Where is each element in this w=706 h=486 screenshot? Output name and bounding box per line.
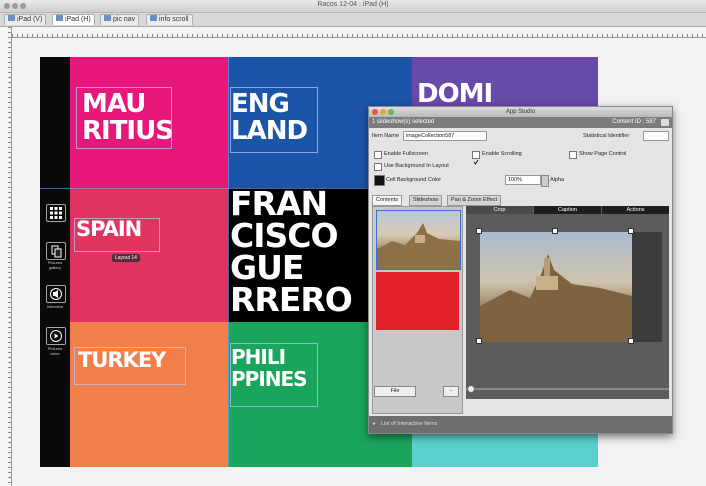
alpha-field[interactable]: 100% [505, 175, 541, 185]
crop-preview-image[interactable] [480, 232, 632, 342]
text-frame-selection[interactable] [76, 87, 172, 149]
zoom-slider-knob[interactable] [467, 385, 475, 393]
tile-turkey[interactable]: TURKEY [70, 322, 228, 467]
zoom-slider-track[interactable] [466, 388, 669, 390]
interactive-items-footer[interactable]: ▸ List of Interactive Items [369, 416, 672, 433]
text-frame-selection[interactable] [74, 347, 186, 385]
enable-fullscreen-label: Enable Fullscreen [384, 151, 429, 157]
crop-handle[interactable] [476, 338, 482, 344]
use-background-label: Use Background In Layout [384, 163, 449, 169]
copy-icon-glyph [51, 245, 62, 258]
slideshow-items-list[interactable] [372, 206, 463, 414]
enable-scrolling-checkbox[interactable] [472, 151, 480, 165]
interactive-items-label: List of Interactive Items [381, 421, 438, 427]
window-title: Racos 12-04 : iPad (H) [317, 1, 389, 8]
tab-ipad-v[interactable]: iPad (V) [4, 14, 47, 25]
enable-scrolling-label: Enable Scrolling [482, 151, 522, 157]
interview-label: Interview [46, 304, 63, 309]
file-button[interactable]: File [374, 386, 416, 397]
horizontal-ruler[interactable] [12, 27, 706, 38]
show-page-control-checkbox[interactable] [569, 151, 577, 159]
panel-title: App Studio [505, 109, 536, 115]
use-background-checkbox[interactable] [374, 163, 382, 171]
cell-background-color-swatch[interactable] [374, 175, 385, 186]
slide-thumbnail-red[interactable] [376, 272, 459, 330]
vertical-ruler[interactable] [0, 27, 12, 486]
app-studio-panel: App Studio 1 slideshow(s) selected Conte… [368, 106, 673, 434]
layout-icon [150, 15, 157, 21]
text-frame-selection[interactable] [74, 218, 160, 252]
tab-caption[interactable]: Caption [534, 206, 601, 214]
audio-icon[interactable] [46, 285, 66, 303]
alpha-label: Alpha [550, 177, 565, 183]
slide-thumbnail-photo[interactable] [376, 210, 461, 270]
remove-item-button[interactable]: - [443, 386, 459, 397]
guide-line [228, 57, 229, 467]
crop-editor-area: Crop Caption Actions [466, 206, 669, 399]
grid-icon-glyph [50, 207, 62, 219]
layout-icon [104, 15, 111, 21]
play-icon-glyph [50, 330, 62, 342]
crop-handle[interactable] [628, 228, 634, 234]
crop-handle[interactable] [476, 228, 482, 234]
tab-contents[interactable]: Contents [372, 195, 403, 206]
statistical-identifier-field[interactable] [643, 131, 669, 141]
layout-icon [8, 15, 15, 21]
item-name-field[interactable]: imageCollection587 [403, 131, 487, 141]
tile-label: FRAN CISCO GUE RRERO [230, 188, 353, 319]
show-page-control-label: Show Page Control [579, 151, 627, 157]
tab-pic-nav[interactable]: pic nav [100, 14, 140, 25]
cell-background-label: Cell Background Color [386, 177, 442, 183]
content-id: Content ID : 587 [612, 119, 656, 125]
layout-tabbar: iPad (V) iPad (H) pic nav info scroll [0, 13, 706, 27]
layout-icon [56, 15, 63, 21]
landscape-image [480, 254, 632, 342]
crop-mask [632, 232, 662, 342]
tab-ipad-h[interactable]: iPad (H) [52, 14, 95, 25]
tile-spain[interactable]: SPAIN [70, 188, 228, 322]
text-frame-selection[interactable] [230, 87, 318, 153]
play-video-icon[interactable] [46, 327, 66, 345]
tile-label: DOMI [417, 79, 493, 109]
grid-icon[interactable] [46, 204, 66, 222]
panel-titlebar: App Studio [369, 107, 672, 117]
copy-icon[interactable] [46, 242, 66, 260]
selection-count: 1 slideshow(s) selected [372, 119, 435, 125]
landscape-image [377, 223, 460, 269]
panel-selection-header: 1 slideshow(s) selected Content ID : 587 [369, 117, 672, 128]
layout-tooltip: Layout 14 [112, 254, 140, 262]
item-name-label: Item Name [372, 133, 399, 139]
pictures-gallery-label: Pictures gallery [47, 260, 63, 270]
alpha-stepper[interactable] [541, 175, 549, 187]
window-titlebar: Racos 12-04 : iPad (H) [0, 0, 706, 13]
crop-handle[interactable] [552, 228, 558, 234]
copy-icon[interactable] [661, 119, 669, 126]
enable-fullscreen-checkbox[interactable] [374, 151, 382, 159]
crop-handle[interactable] [628, 338, 634, 344]
page-sidebar: Pictures gallery Interview Pictures vide… [40, 57, 70, 467]
checkmark-icon [473, 159, 479, 165]
tab-actions[interactable]: Actions [602, 206, 669, 214]
statistical-identifier-label: Statistical Identifier [583, 133, 630, 139]
tab-info-scroll[interactable]: info scroll [146, 14, 193, 25]
tab-slideshow[interactable]: Slideshow [409, 195, 443, 206]
disclosure-triangle-icon[interactable]: ▸ [373, 416, 376, 433]
tab-pan-zoom-effect[interactable]: Pan & Zoom Effect [447, 195, 502, 206]
audio-icon-glyph [50, 288, 62, 300]
tab-crop[interactable]: Crop [466, 206, 533, 214]
text-frame-selection[interactable] [230, 343, 318, 407]
pictures-video-label: Pictures video [47, 346, 63, 356]
